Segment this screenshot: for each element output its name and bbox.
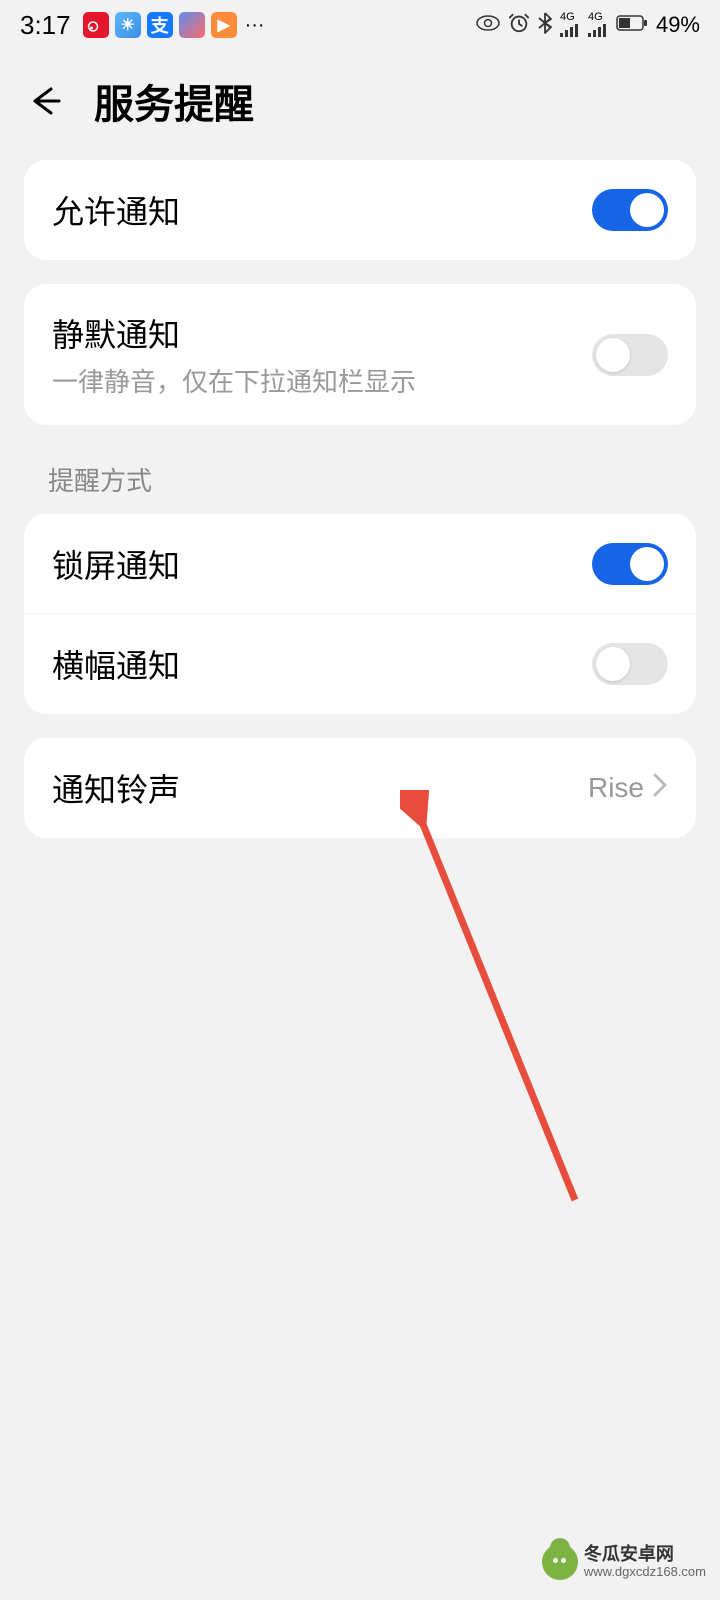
- alarm-icon: [508, 12, 530, 39]
- battery-icon: [616, 14, 648, 37]
- page-header: 服务提醒: [0, 50, 720, 160]
- silent-notifications-toggle[interactable]: [592, 334, 668, 376]
- battery-text: 49%: [656, 12, 700, 38]
- sound-label: 通知铃声: [52, 765, 180, 811]
- watermark-logo-icon: [542, 1544, 578, 1580]
- more-indicator: ···: [245, 14, 265, 37]
- watermark: 冬瓜安卓网 www.dgxcdz168.com: [542, 1544, 706, 1580]
- app-icon-2: ▶: [211, 12, 237, 38]
- chevron-right-icon: [652, 772, 668, 805]
- weibo-icon: [83, 12, 109, 38]
- silent-notifications-label: 静默通知: [52, 310, 416, 356]
- eye-icon: [476, 14, 500, 37]
- status-left: 3:17 ☀ 支 ▶ ···: [20, 10, 265, 41]
- back-button[interactable]: [24, 80, 66, 122]
- status-bar: 3:17 ☀ 支 ▶ ··· 4G 4G 49%: [0, 0, 720, 50]
- status-time: 3:17: [20, 10, 71, 41]
- sound-row[interactable]: 通知铃声 Rise: [24, 738, 696, 838]
- page-title: 服务提醒: [94, 72, 254, 130]
- lock-screen-row[interactable]: 锁屏通知: [24, 514, 696, 614]
- allow-notifications-row[interactable]: 允许通知: [24, 160, 696, 260]
- signal-4g-icon-1: 4G: [560, 12, 580, 39]
- signal-4g-icon-2: 4G: [588, 12, 608, 39]
- watermark-title: 冬瓜安卓网: [584, 1545, 706, 1565]
- app-icon-1: [179, 12, 205, 38]
- reminder-mode-card: 锁屏通知 横幅通知: [24, 514, 696, 714]
- banner-toggle[interactable]: [592, 643, 668, 685]
- silent-notifications-subtitle: 一律静音，仅在下拉通知栏显示: [52, 362, 416, 399]
- sound-card: 通知铃声 Rise: [24, 738, 696, 838]
- allow-notifications-toggle[interactable]: [592, 189, 668, 231]
- back-arrow-icon: [25, 81, 65, 121]
- sound-value: Rise: [588, 772, 644, 804]
- bluetooth-icon: [538, 12, 552, 39]
- lock-screen-toggle[interactable]: [592, 543, 668, 585]
- watermark-url: www.dgxcdz168.com: [584, 1565, 706, 1579]
- status-right: 4G 4G 49%: [476, 12, 700, 39]
- lock-screen-label: 锁屏通知: [52, 541, 180, 587]
- silent-notifications-row[interactable]: 静默通知 一律静音，仅在下拉通知栏显示: [24, 284, 696, 425]
- silent-notifications-card: 静默通知 一律静音，仅在下拉通知栏显示: [24, 284, 696, 425]
- section-header: 提醒方式: [0, 449, 720, 514]
- banner-row[interactable]: 横幅通知: [24, 614, 696, 714]
- alipay-icon: 支: [147, 12, 173, 38]
- annotation-arrow: [400, 790, 620, 1220]
- allow-notifications-label: 允许通知: [52, 187, 180, 233]
- weather-icon: ☀: [115, 12, 141, 38]
- allow-notifications-card: 允许通知: [24, 160, 696, 260]
- banner-label: 横幅通知: [52, 641, 180, 687]
